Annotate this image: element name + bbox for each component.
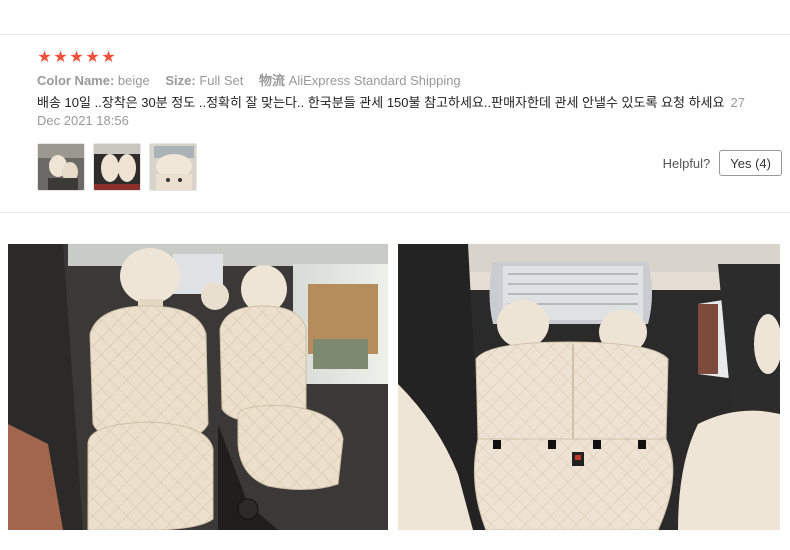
helpful-section: Helpful? Yes (4) <box>663 150 782 176</box>
star-icon: ★ <box>37 49 52 66</box>
star-icon: ★ <box>53 49 68 66</box>
divider-middle <box>0 212 790 213</box>
star-rating: ★ ★ ★ ★ ★ <box>37 48 782 68</box>
review-text-block: 배송 10일 ..장착은 30분 정도 ..정확히 잘 맞는다.. 한국분들 관… <box>37 94 767 130</box>
size-value: Full Set <box>199 73 244 88</box>
review-photo-front-seats[interactable] <box>8 244 388 530</box>
shipping-label: 物流 <box>259 73 286 88</box>
review-item: ★ ★ ★ ★ ★ Color Name: beige Size: Full S… <box>37 48 782 130</box>
review-thumbnail[interactable] <box>149 143 197 191</box>
divider-top <box>0 34 790 35</box>
star-icon: ★ <box>85 49 100 66</box>
review-text: 배송 10일 ..장착은 30분 정도 ..정확히 잘 맞는다.. 한국분들 관… <box>37 95 725 110</box>
review-sku-info: Color Name: beige Size: Full Set 物流 AliE… <box>37 73 782 89</box>
review-photo-rear-seats[interactable] <box>398 244 780 530</box>
color-name-label: Color Name: <box>37 73 115 88</box>
color-name-value: beige <box>117 73 150 88</box>
review-page: ★ ★ ★ ★ ★ Color Name: beige Size: Full S… <box>0 0 790 550</box>
size-label: Size: <box>165 73 196 88</box>
review-thumbnails <box>37 143 197 191</box>
helpful-yes-button[interactable]: Yes (4) <box>719 150 782 176</box>
review-thumbnail[interactable] <box>37 143 85 191</box>
helpful-label: Helpful? <box>662 155 711 171</box>
review-thumbnail[interactable] <box>93 143 141 191</box>
star-icon: ★ <box>101 49 116 66</box>
shipping-value: AliExpress Standard Shipping <box>288 73 461 88</box>
star-icon: ★ <box>69 49 84 66</box>
